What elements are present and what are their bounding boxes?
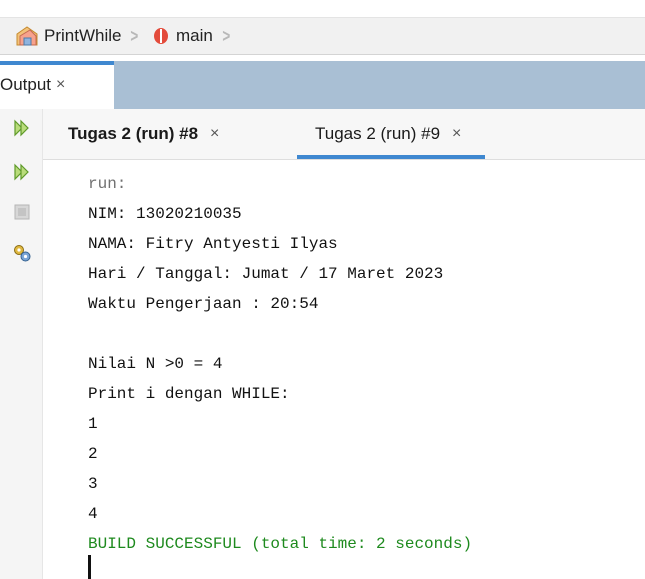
- close-icon[interactable]: ×: [452, 125, 461, 143]
- stop-icon[interactable]: [11, 201, 33, 223]
- console-line: Hari / Tanggal: Jumat / 17 Maret 2023: [88, 265, 444, 283]
- method-icon: [153, 28, 168, 44]
- console-line: Nilai N >0 = 4: [88, 355, 223, 373]
- chevron-right-icon: >: [130, 25, 139, 46]
- console-line: 1: [88, 415, 98, 433]
- console-line: Print i dengan WHILE:: [88, 385, 290, 403]
- text-cursor: [88, 555, 91, 579]
- console-output[interactable]: run: NIM: 13020210035 NAMA: Fitry Antyes…: [88, 169, 638, 559]
- breadcrumb: PrintWhile > main >: [0, 17, 645, 55]
- console-line: 2: [88, 445, 98, 463]
- rerun-icon[interactable]: [11, 117, 33, 139]
- close-icon[interactable]: ×: [210, 125, 219, 143]
- chevron-right-icon: >: [222, 25, 231, 46]
- tab-run-8-label: Tugas 2 (run) #8: [68, 124, 199, 143]
- rerun-with-options-icon[interactable]: [11, 161, 33, 183]
- console-line: NIM: 13020210035: [88, 205, 242, 223]
- close-icon[interactable]: ×: [56, 76, 65, 94]
- console-line: run:: [88, 175, 127, 193]
- output-toolbar: [0, 109, 43, 579]
- tab-run-9-label: Tugas 2 (run) #9: [315, 124, 441, 143]
- breadcrumb-method-label: main: [175, 26, 213, 45]
- breadcrumb-project[interactable]: PrintWhile: [0, 26, 121, 46]
- breadcrumb-project-label: PrintWhile: [44, 26, 122, 45]
- tab-output[interactable]: Output ×: [0, 61, 114, 109]
- output-settings-icon[interactable]: [11, 242, 33, 264]
- project-icon: [16, 26, 38, 46]
- console-line: NAMA: Fitry Antyesti Ilyas: [88, 235, 338, 253]
- output-panel-header: Output ×: [0, 61, 645, 109]
- console-line: Waktu Pengerjaan : 20:54: [88, 295, 319, 313]
- console-line: 4: [88, 505, 98, 523]
- console-line: 3: [88, 475, 98, 493]
- build-status-line: BUILD SUCCESSFUL (total time: 2 seconds): [88, 535, 473, 553]
- output-tab-label: Output: [0, 75, 52, 94]
- tab-run-9[interactable]: Tugas 2 (run) #9 ×: [297, 109, 486, 159]
- breadcrumb-method[interactable]: main: [149, 26, 213, 46]
- run-tab-bar: Tugas 2 (run) #8 × Tugas 2 (run) #9 ×: [43, 109, 645, 160]
- tab-run-8[interactable]: Tugas 2 (run) #8 ×: [68, 109, 219, 159]
